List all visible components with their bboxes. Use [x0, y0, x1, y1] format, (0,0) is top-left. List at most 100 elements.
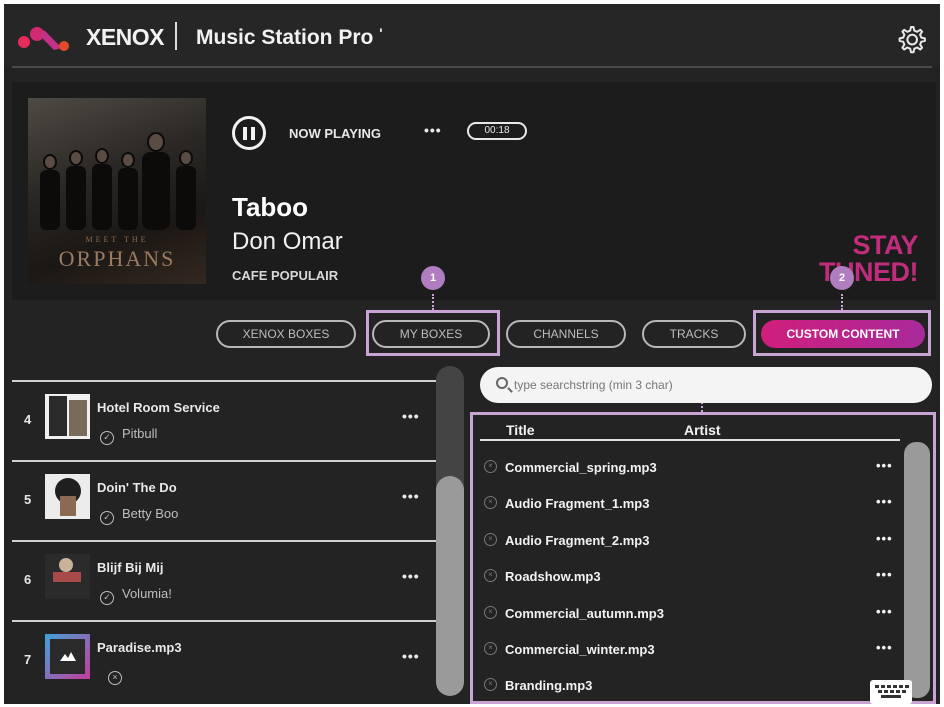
app-header: XENOX Music Station Pro ' — [4, 4, 940, 66]
playlist-item-number: 5 — [24, 492, 32, 507]
table-row[interactable]: × Commercial_spring.mp3 ••• — [480, 448, 900, 484]
playlist-item-artist-row: ✓ Betty Boo — [100, 506, 178, 525]
title-dropdown-mark: ' — [379, 25, 383, 41]
track-more-button[interactable]: ••• — [876, 458, 893, 473]
gear-icon[interactable] — [896, 24, 926, 54]
x-circle-icon: × — [484, 606, 497, 619]
tab-xenox-boxes[interactable]: XENOX BOXES — [216, 320, 356, 348]
playlist-item[interactable]: 7 Paradise.mp3 × ••• — [12, 620, 436, 698]
now-playing-panel: MEET THE ORPHANS NOW PLAYING ••• 00:18 T… — [12, 82, 936, 300]
search-bar[interactable] — [480, 367, 932, 403]
track-title: Commercial_spring.mp3 — [505, 460, 657, 475]
brand-name: XENOX — [86, 24, 165, 50]
playlist-item-artist-row: × — [108, 666, 130, 685]
custom-content-logo-icon — [60, 652, 76, 661]
song-title: Taboo — [232, 192, 309, 222]
track-list-scrollbar[interactable] — [904, 442, 930, 698]
song-artist: Don Omar — [232, 228, 343, 255]
playlist-item-more-button[interactable]: ••• — [402, 648, 420, 664]
track-title: Roadshow.mp3 — [505, 569, 601, 584]
playlist-item-more-button[interactable]: ••• — [402, 568, 420, 584]
pause-icon[interactable] — [232, 116, 266, 150]
track-more-button[interactable]: ••• — [876, 640, 893, 655]
track-more-button[interactable]: ••• — [876, 604, 893, 619]
tab-channels[interactable]: CHANNELS — [506, 320, 626, 348]
playlist-item-artist: Pitbull — [122, 426, 158, 441]
x-circle-icon: × — [484, 678, 497, 691]
playlist-item-thumbnail — [45, 394, 90, 439]
marker-2: 2 — [830, 266, 854, 290]
track-title: Commercial_winter.mp3 — [505, 642, 655, 657]
playlist-item-more-button[interactable]: ••• — [402, 488, 420, 504]
check-circle-icon: ✓ — [100, 431, 114, 445]
playlist-item-artist: Volumia! — [122, 586, 172, 601]
playlist-item-number: 6 — [24, 572, 32, 587]
playlist-item-number: 4 — [24, 412, 32, 427]
table-row[interactable]: × Commercial_autumn.mp3 ••• — [480, 594, 900, 630]
playlist-item-artist-row: ✓ Pitbull — [100, 426, 157, 445]
playlist-item-artist-row: ✓ Volumia! — [100, 586, 172, 605]
playlist-scrollbar-thumb[interactable] — [436, 476, 464, 696]
tab-tracks[interactable]: TRACKS — [642, 320, 746, 348]
column-header-artist[interactable]: Artist — [684, 422, 721, 438]
station-name: CAFE POPULAIR — [232, 268, 339, 283]
playlist-item-title: Blijf Bij Mij — [97, 560, 164, 575]
check-circle-icon: ✓ — [100, 511, 114, 525]
table-row[interactable]: × Roadshow.mp3 ••• — [480, 557, 900, 593]
highlight-my-boxes — [366, 310, 500, 356]
playlist-item-title: Doin' The Do — [97, 480, 177, 495]
playlist-scrollbar[interactable] — [436, 366, 464, 696]
promo-line-1: STAY — [852, 230, 918, 260]
track-title: Branding.mp3 — [505, 678, 593, 693]
highlight-custom-content — [753, 310, 931, 356]
playlist-item[interactable]: 5 Doin' The Do ✓ Betty Boo ••• — [12, 460, 436, 538]
brand-divider — [175, 22, 177, 50]
x-circle-icon: × — [484, 642, 497, 655]
app-title-dropdown[interactable]: Music Station Pro ' — [196, 25, 383, 50]
marker-1-connector — [432, 294, 434, 310]
app-title: Music Station Pro — [196, 26, 374, 49]
table-row[interactable]: × Branding.mp3 — [480, 666, 900, 702]
x-circle-icon: × — [108, 671, 122, 685]
playlist-item-title: Paradise.mp3 — [97, 640, 182, 655]
header-divider — [12, 66, 932, 68]
playlist-item-artist: Betty Boo — [122, 506, 179, 521]
playlist-item-number: 7 — [24, 652, 32, 667]
xenox-logo — [18, 27, 69, 51]
track-more-button[interactable]: ••• — [876, 567, 893, 582]
x-circle-icon: × — [484, 569, 497, 582]
marker-1: 1 — [421, 266, 445, 290]
x-circle-icon: × — [484, 496, 497, 509]
playlist-item-thumbnail — [45, 554, 90, 599]
playlist-item-more-button[interactable]: ••• — [402, 408, 420, 424]
table-row[interactable]: × Audio Fragment_1.mp3 ••• — [480, 484, 900, 520]
marker-2-connector — [841, 294, 843, 310]
check-circle-icon: ✓ — [100, 591, 114, 605]
track-more-button[interactable]: ••• — [876, 494, 893, 509]
track-title: Audio Fragment_1.mp3 — [505, 496, 650, 511]
search-icon — [496, 377, 508, 389]
table-row[interactable]: × Audio Fragment_2.mp3 ••• — [480, 521, 900, 557]
playlist-item[interactable]: 6 Blijf Bij Mij ✓ Volumia! ••• — [12, 540, 436, 618]
x-circle-icon: × — [484, 460, 497, 473]
playlist-item-thumbnail — [45, 634, 90, 679]
track-more-button[interactable]: ••• — [876, 531, 893, 546]
album-art-figures — [40, 132, 196, 230]
x-circle-icon: × — [484, 533, 497, 546]
search-input[interactable] — [514, 375, 914, 395]
music-station-app: XENOX Music Station Pro ' MEET THE ORPHA… — [4, 4, 940, 704]
column-header-title[interactable]: Title — [506, 422, 535, 438]
playlist-item-thumbnail — [45, 474, 90, 519]
elapsed-time: 00:18 — [467, 122, 527, 140]
playlist-item-title: Hotel Room Service — [97, 400, 220, 415]
now-playing-label: NOW PLAYING — [289, 126, 381, 141]
table-header-divider — [480, 439, 900, 441]
table-row[interactable]: × Commercial_winter.mp3 ••• — [480, 630, 900, 666]
track-title: Commercial_autumn.mp3 — [505, 606, 664, 621]
track-title: Audio Fragment_2.mp3 — [505, 533, 650, 548]
album-art: MEET THE ORPHANS — [28, 98, 206, 284]
keyboard-icon[interactable] — [870, 680, 912, 704]
playlist-item[interactable]: 4 Hotel Room Service ✓ Pitbull ••• — [12, 380, 436, 458]
album-art-text: ORPHANS — [58, 246, 176, 271]
now-playing-more-button[interactable]: ••• — [424, 122, 442, 138]
